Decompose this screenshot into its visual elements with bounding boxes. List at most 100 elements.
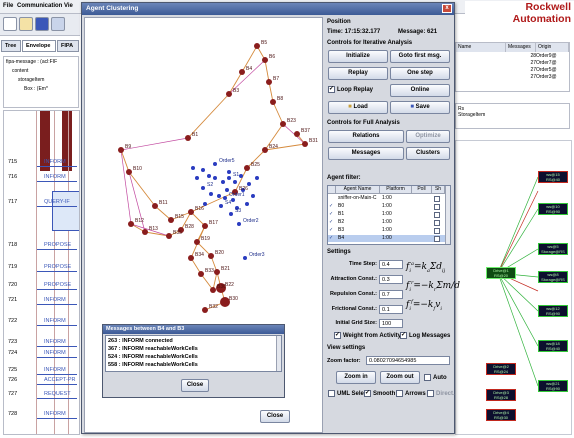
graph-node[interactable] xyxy=(194,239,200,245)
graph-node[interactable] xyxy=(118,147,124,153)
clusters-button[interactable]: Clusters xyxy=(406,147,450,160)
graph-node[interactable] xyxy=(243,256,247,260)
col-poll[interactable]: Poll xyxy=(412,186,432,194)
graph-node[interactable] xyxy=(185,135,191,141)
messages-close-button[interactable]: Close xyxy=(181,379,209,392)
graph-node[interactable] xyxy=(126,169,132,175)
graph-node[interactable] xyxy=(255,176,259,180)
save-button[interactable]: ■ Save xyxy=(390,101,450,114)
open-folder-icon[interactable] xyxy=(19,17,33,31)
graph-node[interactable] xyxy=(217,194,221,198)
graph-node[interactable] xyxy=(208,253,214,259)
graph-node[interactable] xyxy=(202,223,208,229)
direct-checkbox[interactable]: Direct. xyxy=(427,390,455,397)
smooth-checkbox[interactable]: ✓ Smooth xyxy=(364,390,395,397)
graph-node[interactable]: Drive@4 RS@30 xyxy=(486,409,516,421)
graph-node[interactable] xyxy=(227,176,231,180)
graph-node[interactable]: ws@15 RS@40 xyxy=(538,171,568,183)
setting-input[interactable]: 0.1 xyxy=(379,305,403,314)
agent-row[interactable]: ✓ B2 1:00 xyxy=(328,219,450,226)
tree-item[interactable]: Box : (Em* xyxy=(24,86,48,92)
graph-node[interactable] xyxy=(128,221,134,227)
checkbox-icon[interactable] xyxy=(424,374,431,381)
graph-node[interactable]: ws@12 RS@90 xyxy=(538,305,568,317)
graph-node[interactable] xyxy=(191,166,195,170)
graph-node[interactable] xyxy=(188,255,194,261)
col-agent-name[interactable]: Agent Name xyxy=(336,186,380,194)
agent-row[interactable]: ✓ B0 1:00 xyxy=(328,203,450,210)
zoom-input[interactable]: 0.08027094654985 xyxy=(366,356,450,365)
relations-button[interactable]: Relations xyxy=(328,130,404,143)
save-disk-icon[interactable] xyxy=(35,17,49,31)
checkbox-checked-icon[interactable]: ✓ xyxy=(334,332,341,339)
graph-node[interactable] xyxy=(152,203,158,209)
dialog-close-button[interactable]: Close xyxy=(260,410,290,423)
graph-node-center[interactable]: Drive@1 RS@20 xyxy=(486,267,516,279)
graph-node[interactable] xyxy=(213,176,217,180)
tree-item[interactable]: content xyxy=(12,68,28,74)
graph-node[interactable] xyxy=(239,69,245,75)
online-button[interactable]: Online xyxy=(390,84,450,97)
tab-envelope[interactable]: Envelope xyxy=(22,40,56,52)
graph-node[interactable] xyxy=(210,287,216,293)
messages-list[interactable]: 263 : INFORM connected 367 : INFORM reac… xyxy=(105,335,282,372)
checkbox-checked-icon[interactable]: ✓ xyxy=(328,86,335,93)
one-step-button[interactable]: One step xyxy=(390,67,450,80)
setting-input[interactable]: 0.3 xyxy=(379,275,403,284)
graph-node[interactable] xyxy=(198,271,204,277)
graph-node[interactable] xyxy=(262,147,268,153)
graph-node[interactable] xyxy=(166,233,172,239)
agent-filter-table[interactable]: Agent Name Platform Poll Sh sniffer-on-M… xyxy=(327,185,451,245)
graph-node[interactable] xyxy=(207,174,211,178)
col-platform[interactable]: Platform xyxy=(380,186,412,194)
col-origin[interactable]: Origin xyxy=(536,43,569,52)
graph-node[interactable] xyxy=(219,204,223,208)
list-item[interactable]: 367 : INFORM reachableWorkCells xyxy=(108,346,198,352)
checkbox-checked-icon[interactable]: ✓ xyxy=(400,332,407,339)
graph-node[interactable] xyxy=(213,162,217,166)
col-name[interactable]: Name xyxy=(456,43,506,52)
scrollbar[interactable] xyxy=(445,186,450,244)
show-checkbox[interactable] xyxy=(434,203,440,210)
table-row[interactable]: 28 Order9@ xyxy=(456,53,569,60)
setting-input[interactable]: 100 xyxy=(379,319,403,328)
graph-node[interactable] xyxy=(168,217,174,223)
tree-item[interactable]: fipa-message : (acl:FIF xyxy=(6,59,57,65)
graph-node[interactable]: ws@18 RS@40 xyxy=(538,340,568,352)
close-icon[interactable]: x xyxy=(442,4,452,13)
graph-node[interactable] xyxy=(201,168,205,172)
graph-node[interactable] xyxy=(254,43,260,49)
initialize-button[interactable]: Initialize xyxy=(328,50,388,63)
tab-tree[interactable]: Tree xyxy=(1,40,21,52)
list-item[interactable]: 524 : INFORM reachableWorkCells xyxy=(108,354,198,360)
graph-node[interactable] xyxy=(239,174,243,178)
setting-input[interactable]: 0.7 xyxy=(379,290,403,299)
checkbox-icon[interactable] xyxy=(396,390,403,397)
graph-node[interactable] xyxy=(251,194,255,198)
setting-input[interactable]: 0.4 xyxy=(379,260,403,269)
graph-node[interactable]: ws@21 RS@90 xyxy=(538,380,568,392)
menu-communication[interactable]: Communication xyxy=(17,3,62,9)
graph-node[interactable]: Drive@2 RS@24 xyxy=(486,363,516,375)
tree-item[interactable]: storageItem xyxy=(18,77,44,83)
agent-row[interactable]: ✓ B1 1:00 xyxy=(328,211,450,218)
graph-node[interactable] xyxy=(244,165,250,171)
agent-row[interactable]: ✓ B4 1:00 xyxy=(328,235,450,242)
log-messages-checkbox[interactable]: ✓ Log Messages xyxy=(400,332,450,339)
checkbox-checked-icon[interactable]: ✓ xyxy=(329,227,336,234)
scrollbar[interactable] xyxy=(276,336,281,371)
replay-button[interactable]: Replay xyxy=(328,67,388,80)
graph-node[interactable] xyxy=(201,186,205,190)
show-checkbox[interactable] xyxy=(434,211,440,218)
graph-node[interactable]: ws@5 Storage@RS xyxy=(538,243,568,255)
checkbox-checked-icon[interactable]: ✓ xyxy=(329,211,336,218)
optimize-button[interactable]: Optimize xyxy=(406,130,450,143)
goto-first-button[interactable]: Goto first msg. xyxy=(390,50,450,63)
graph-node[interactable] xyxy=(294,131,300,137)
col-messages[interactable]: Messages xyxy=(506,43,536,52)
tab-fipa[interactable]: FIPA xyxy=(57,40,79,52)
checkbox-checked-icon[interactable] xyxy=(329,195,336,202)
graph-node[interactable] xyxy=(231,198,235,202)
col-check[interactable] xyxy=(328,186,336,194)
table-row[interactable]: 27 Order5@ xyxy=(456,67,569,74)
